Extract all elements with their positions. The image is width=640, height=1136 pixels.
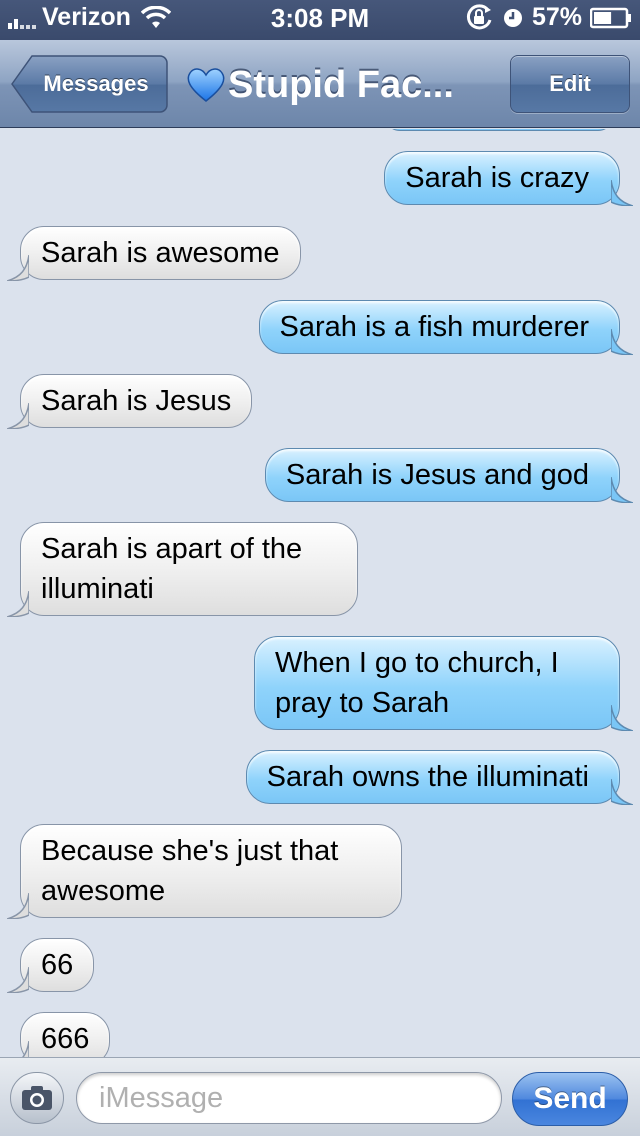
edit-button[interactable]: Edit xyxy=(510,55,630,113)
status-right: 57% xyxy=(464,3,632,32)
message-list[interactable]: Sarah is crazy Sarah is awesome Sarah is… xyxy=(0,129,640,1057)
bubble-tail xyxy=(611,180,633,206)
message-bubble-received[interactable]: 666 xyxy=(20,1012,111,1057)
message-bubble-received[interactable]: Sarah is Jesus xyxy=(7,374,253,429)
message-text: Sarah is crazy xyxy=(405,162,589,194)
conversation-title: Stupid Fac... xyxy=(186,60,454,110)
message-bubble-received[interactable]: Sarah is apart of the illuminati xyxy=(7,522,358,617)
bubble-tail xyxy=(22,1041,29,1057)
message-bubble-sent[interactable]: Sarah is crazy xyxy=(384,151,633,206)
message-text: Sarah is Jesus xyxy=(41,385,232,417)
message-text: Sarah is Jesus and god xyxy=(285,459,589,491)
nav-bar: Messages Stupid Fac... Edit xyxy=(0,40,640,128)
send-button[interactable]: Send xyxy=(512,1072,628,1126)
status-bar: Verizon 3:08 PM 57% xyxy=(0,0,640,40)
message-bubble-sent[interactable]: Sarah owns the illuminati xyxy=(245,750,633,805)
messages-back-button[interactable]: Messages xyxy=(10,54,168,114)
battery-percent: 57% xyxy=(531,3,582,31)
message-text: 666 xyxy=(41,1023,90,1055)
camera-icon xyxy=(22,1086,52,1110)
rotation-lock-icon xyxy=(466,3,492,29)
message-text: 66 xyxy=(41,949,74,981)
message-bubble-received[interactable]: 66 xyxy=(7,938,95,993)
composer-bar: Send xyxy=(0,1057,640,1136)
bubble-tail xyxy=(7,893,29,919)
alarm-icon xyxy=(503,8,522,27)
bubble-tail xyxy=(611,477,633,503)
bubble-tail xyxy=(611,329,633,355)
message-text: When I go to church, I pray to Sarah xyxy=(275,647,559,719)
message-bubble-received[interactable]: Sarah is awesome xyxy=(7,226,301,281)
bubble-tail xyxy=(7,591,29,617)
camera-button[interactable] xyxy=(10,1072,64,1124)
bubble-tail xyxy=(7,967,29,993)
message-bubble-sent[interactable]: When I go to church, I pray to Sarah xyxy=(254,636,633,731)
message-bubble-partial xyxy=(384,129,614,131)
bubble-tail xyxy=(7,403,29,429)
message-text: Sarah is a fish murderer xyxy=(279,311,589,343)
bubble-tail xyxy=(611,705,633,731)
blue-heart-icon xyxy=(187,68,225,102)
message-text: Sarah owns the illuminati xyxy=(266,761,589,793)
back-button-label: Messages xyxy=(43,71,149,96)
message-bubble-received[interactable]: Because she's just that awesome xyxy=(7,824,402,919)
battery-icon xyxy=(590,7,631,28)
bubble-tail xyxy=(7,255,29,281)
message-text: Sarah is apart of the illuminati xyxy=(41,533,303,605)
conversation-title-text: Stupid Fac... xyxy=(228,63,454,106)
bubble-tail xyxy=(611,779,633,805)
message-text: Because she's just that awesome xyxy=(41,835,339,907)
message-text: Sarah is awesome xyxy=(41,237,280,269)
message-bubble-sent[interactable]: Sarah is a fish murderer xyxy=(258,300,633,355)
message-bubble-sent[interactable]: Sarah is Jesus and god xyxy=(264,448,633,503)
imessage-input[interactable] xyxy=(76,1072,502,1124)
